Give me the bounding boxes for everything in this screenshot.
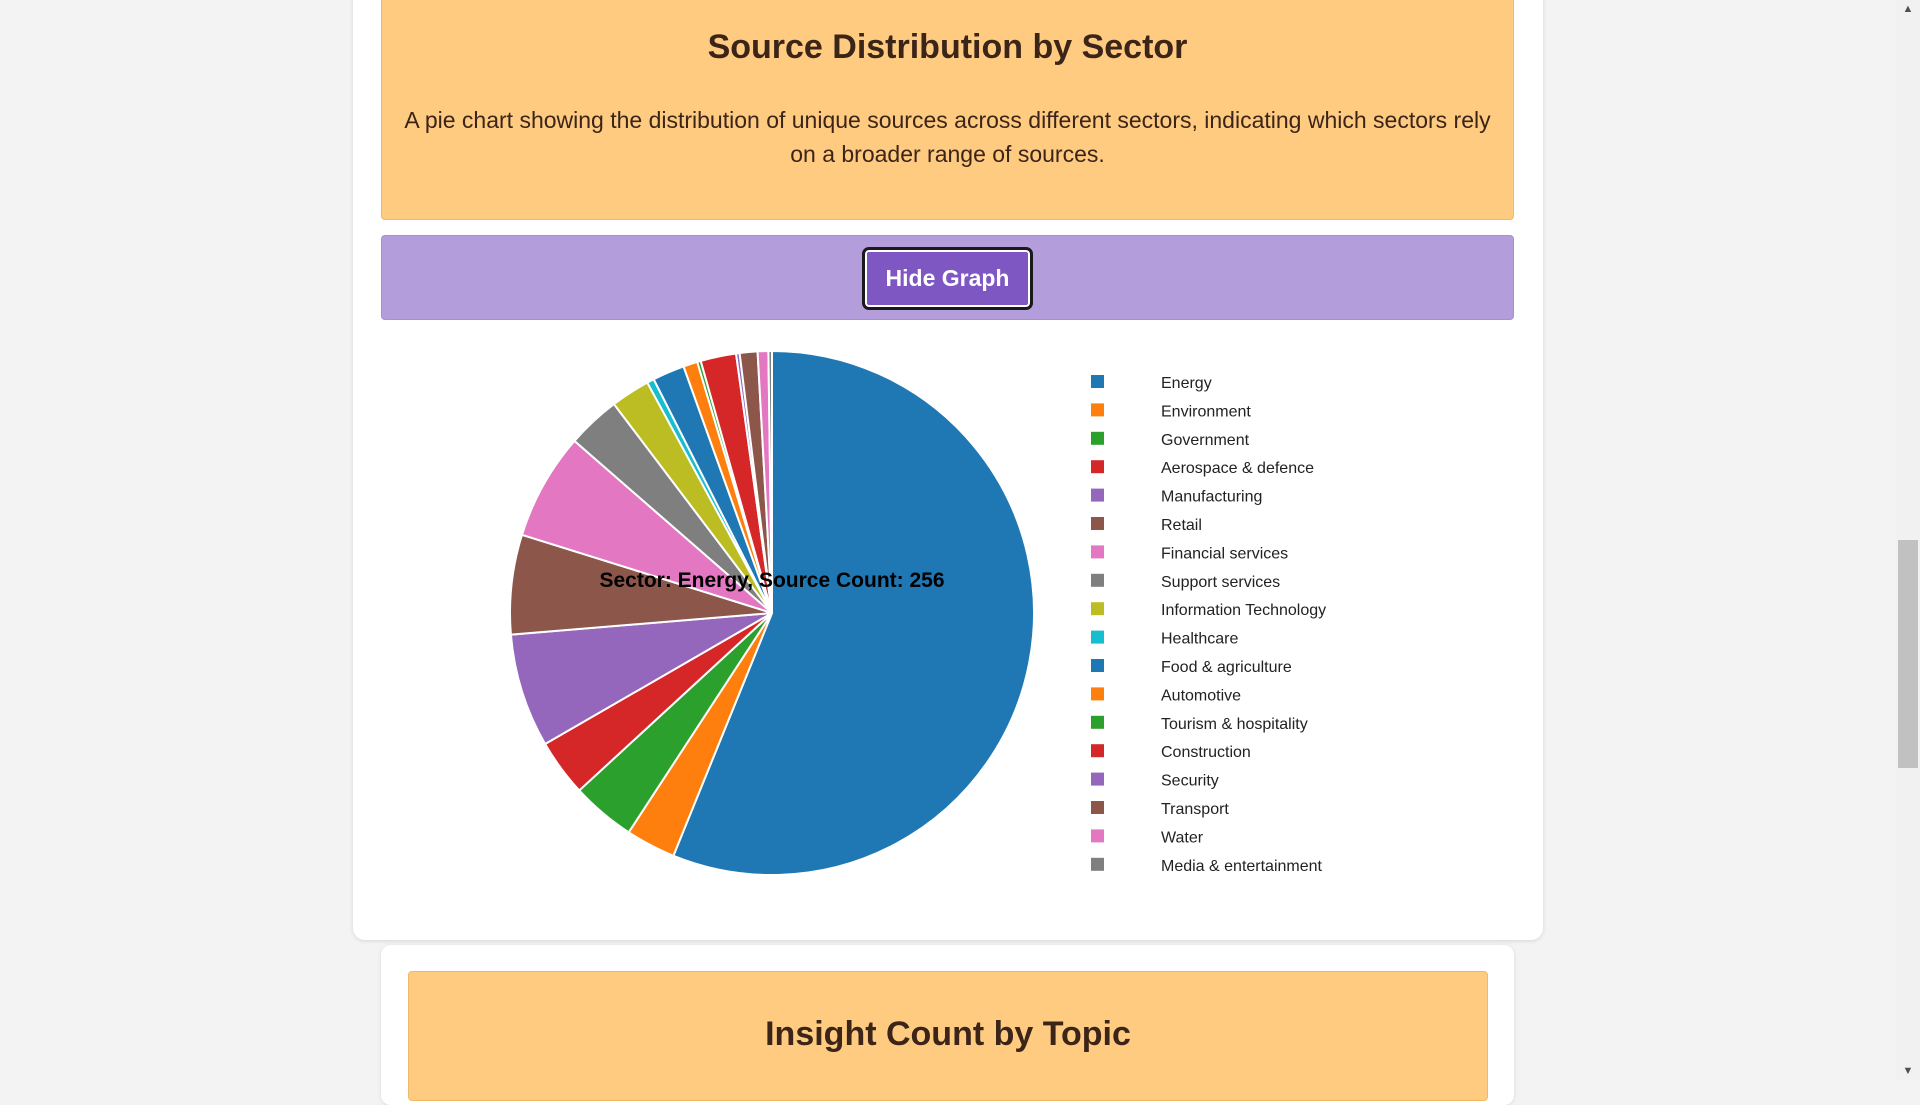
legend-swatch-water: [1091, 829, 1104, 843]
legend-swatch-energy: [1091, 375, 1104, 388]
pie-chart: Sector: Energy, Source Count: 256 Energy E…: [509, 349, 1326, 876]
legend-swatch-transport: [1091, 801, 1104, 814]
legend-swatch-manufacturing: [1091, 488, 1104, 502]
legend-swatch-automotive: [1091, 687, 1104, 701]
legend-label-financial-services: Financial services: [1161, 545, 1288, 562]
legend-label-tourism-and-hospitality: Tourism & hospitality: [1161, 716, 1308, 733]
legend-label-construction: Construction: [1161, 744, 1251, 761]
legend-swatch-aerospace-and-defence: [1091, 460, 1104, 474]
chart-tooltip: Sector: Energy, Source Count: 256: [599, 569, 944, 592]
legend-label-automotive: Automotive: [1161, 687, 1241, 704]
legend-swatch-security: [1091, 772, 1104, 786]
page-scrollbar[interactable]: ▲ ▼: [1896, 0, 1920, 1080]
legend-swatch-retail: [1091, 517, 1104, 530]
legend-label-manufacturing: Manufacturing: [1161, 489, 1262, 506]
legend-label-energy: Energy: [1161, 375, 1212, 392]
legend-swatch-healthcare: [1091, 630, 1104, 644]
legend-swatch-media-and-entertainment: [1091, 857, 1104, 871]
legend-label-information-technology: Information Technology: [1161, 602, 1326, 619]
legend-swatch-support-services: [1091, 573, 1104, 587]
next-section-title: Insight Count by Topic: [765, 1015, 1131, 1053]
legend-label-retail: Retail: [1161, 517, 1202, 534]
legend-label-healthcare: Healthcare: [1161, 631, 1238, 648]
legend-swatch-financial-services: [1091, 545, 1104, 559]
legend-swatch-construction: [1091, 744, 1104, 758]
legend-label-transport: Transport: [1161, 801, 1229, 818]
scroll-down-icon[interactable]: ▼: [1896, 1062, 1920, 1080]
legend-swatch-information-technology: [1091, 602, 1104, 616]
legend-label-security: Security: [1161, 773, 1219, 790]
legend-swatch-government: [1091, 431, 1104, 445]
legend-label-environment: Environment: [1161, 403, 1251, 420]
legend-label-support-services: Support services: [1161, 574, 1280, 591]
scroll-up-icon[interactable]: ▲: [1896, 0, 1920, 18]
next-section-header: Insight Count by Topic: [408, 971, 1488, 1101]
legend-swatch-tourism-and-hospitality: [1091, 715, 1104, 729]
legend-label-food-and-agriculture: Food & agriculture: [1161, 659, 1292, 676]
legend-label-aerospace-and-defence: Aerospace & defence: [1161, 460, 1314, 477]
legend-label-government: Government: [1161, 432, 1250, 449]
scrollbar-thumb[interactable]: [1898, 540, 1918, 768]
legend-swatch-food-and-agriculture: [1091, 659, 1104, 672]
legend-label-water: Water: [1161, 829, 1204, 846]
legend-label-media-and-entertainment: Media & entertainment: [1161, 858, 1323, 875]
legend-swatch-environment: [1091, 403, 1104, 417]
